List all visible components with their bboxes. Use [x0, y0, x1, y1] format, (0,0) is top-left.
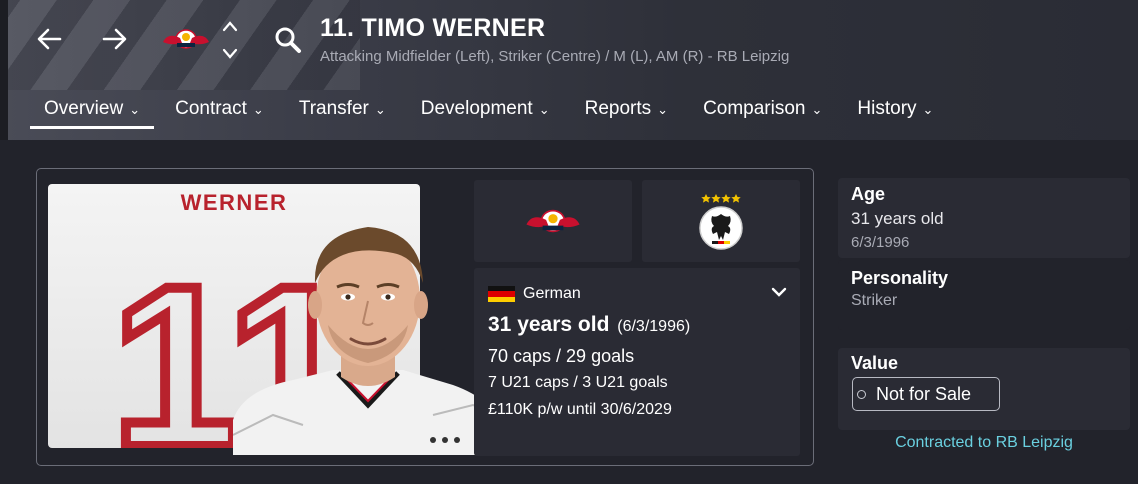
tab-label: Overview — [44, 98, 124, 119]
chevron-down-icon: ⌄ — [252, 102, 264, 117]
tab-label: Contract — [175, 98, 247, 119]
back-button[interactable] — [32, 22, 66, 56]
u21-caps: 7 U21 caps / 3 U21 goals — [488, 374, 668, 391]
search-button[interactable] — [272, 24, 304, 56]
chevron-down-icon: ⌄ — [811, 102, 823, 117]
germany-crest-icon — [699, 194, 743, 250]
chevron-down-icon: ⌄ — [538, 102, 550, 117]
arrow-left-icon — [37, 28, 62, 50]
value-button[interactable]: Not for Sale — [852, 377, 1000, 411]
tab-label: Transfer — [298, 98, 369, 119]
player-positions: Attacking Midfielder (Left), Striker (Ce… — [320, 48, 790, 65]
personality-label: Personality — [851, 268, 949, 288]
arrow-right-icon — [102, 28, 127, 50]
chevron-up-icon[interactable] — [222, 20, 238, 32]
tab-label: History — [857, 98, 917, 119]
tab-label: Development — [420, 98, 533, 119]
tab-contract[interactable]: Contract ⌄ — [161, 94, 278, 134]
player-age: 31 years old (6/3/1996) — [488, 313, 690, 337]
player-header: 11. TIMO WERNER Attacking Midfielder (Le… — [0, 0, 1138, 140]
nation-crest-tile[interactable] — [642, 180, 800, 262]
germany-flag-icon — [488, 286, 515, 302]
forward-button[interactable] — [98, 22, 132, 56]
age-text: 31 years old — [488, 313, 610, 336]
personality-value: Striker — [851, 292, 898, 309]
tab-comparison[interactable]: Comparison ⌄ — [689, 94, 836, 134]
dob-value: 6/3/1996 — [851, 234, 910, 251]
value-text: Not for Sale — [876, 383, 972, 404]
chevron-down-icon[interactable] — [222, 48, 238, 60]
nationality: German — [488, 285, 581, 303]
tab-bar: Overview ⌄ Contract ⌄ Transfer ⌄ Developmen… — [30, 94, 954, 134]
tab-transfer[interactable]: Transfer ⌄ — [285, 94, 400, 134]
chevron-down-icon — [771, 287, 787, 297]
chevron-down-icon: ⌄ — [374, 102, 386, 117]
tab-label: Reports — [584, 98, 652, 119]
nationality-label: German — [523, 285, 581, 302]
value-label: Value — [851, 353, 899, 373]
rb-leipzig-crest-icon — [526, 209, 580, 233]
contract-status-link[interactable]: Contracted to RB Leipzig — [838, 434, 1130, 452]
age-value: 31 years old — [851, 209, 944, 228]
club-crest-icon[interactable] — [160, 24, 212, 54]
date-of-birth: (6/3/1996) — [617, 318, 691, 335]
tag-icon — [857, 389, 866, 399]
tab-history[interactable]: History ⌄ — [843, 94, 947, 134]
player-photo — [233, 205, 503, 455]
tab-label: Comparison — [703, 98, 806, 119]
chevron-down-icon: ⌄ — [657, 102, 669, 117]
page-title: 11. TIMO WERNER — [320, 14, 546, 42]
expand-button[interactable] — [769, 282, 789, 302]
club-crest-tile[interactable] — [474, 180, 632, 262]
chevron-down-icon: ⌄ — [129, 102, 141, 117]
international-caps: 70 caps / 29 goals — [488, 346, 635, 366]
header-edge — [0, 0, 8, 140]
age-label: Age — [851, 184, 886, 204]
chevron-down-icon: ⌄ — [922, 102, 934, 117]
tab-overview[interactable]: Overview ⌄ — [30, 94, 155, 134]
search-icon — [275, 27, 301, 53]
tab-development[interactable]: Development ⌄ — [407, 94, 564, 134]
contract-wage: £110K p/w until 30/6/2029 — [488, 401, 672, 418]
tab-reports[interactable]: Reports ⌄ — [571, 94, 682, 134]
player-switcher[interactable] — [220, 20, 240, 60]
